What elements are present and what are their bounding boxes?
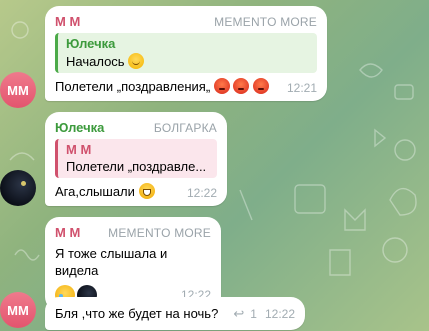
message-time: 12:22: [264, 307, 295, 321]
sender-avatar-mm[interactable]: MM: [0, 72, 36, 108]
avatar-image: [20, 180, 26, 186]
sender-avatar-mm[interactable]: MM: [0, 292, 36, 328]
message-text: Бля ,что же будет на ночь?: [55, 306, 219, 321]
angry-face-icon: [233, 78, 250, 94]
message-text: Я тоже слышала и видела: [55, 246, 168, 278]
angry-face-icon: [213, 78, 230, 94]
reply-text: Полетели „поздравле...: [66, 159, 207, 174]
sender-rank: MEMENTO MORE: [214, 14, 317, 29]
sender-name[interactable]: Юлечка: [55, 120, 104, 135]
avatar-initials: MM: [7, 82, 29, 98]
sender-rank: MEMENTO MORE: [108, 225, 211, 240]
message-bubble[interactable]: Бля ,что же будет на ночь? ↩ 1 12:22: [45, 297, 305, 330]
reply-text-content: Началось: [66, 54, 125, 69]
reply-text: Началось: [66, 53, 309, 69]
reply-count: 1: [250, 307, 257, 321]
reply-sender: Юлечка: [66, 36, 116, 51]
reply-arrow-icon: ↩: [233, 306, 245, 321]
message-text-content: Полетели „поздравления„: [55, 79, 211, 94]
avatar-initials: MM: [7, 302, 29, 318]
sender-name[interactable]: М М: [55, 225, 80, 240]
sender-avatar-yulechka[interactable]: [0, 170, 36, 206]
message-bubble[interactable]: Юлечка БОЛГАРКА М М Полетели „поздравле.…: [45, 112, 227, 206]
reply-thread-indicator[interactable]: ↩ 1 12:22: [223, 306, 295, 322]
sender-name[interactable]: М М: [55, 14, 80, 29]
message-text-content: Ага,слышали: [55, 184, 135, 199]
message-time: 12:22: [186, 186, 217, 200]
message-text: Полетели „поздравления„: [55, 78, 270, 95]
reply-preview[interactable]: Юлечка Началось: [55, 33, 317, 73]
message-bubble[interactable]: М М MEMENTO MORE Юлечка Началось Полетел…: [45, 6, 327, 101]
message-time: 12:21: [286, 81, 317, 95]
slightly-smiling-face-icon: [128, 53, 145, 69]
reply-sender: М М: [66, 142, 92, 157]
angry-face-icon: [253, 78, 270, 94]
reply-preview[interactable]: М М Полетели „поздравле...: [55, 139, 217, 178]
sender-rank: БОЛГАРКА: [153, 120, 217, 135]
grinning-face-icon: [138, 183, 155, 199]
message-text: Ага,слышали: [55, 183, 155, 200]
